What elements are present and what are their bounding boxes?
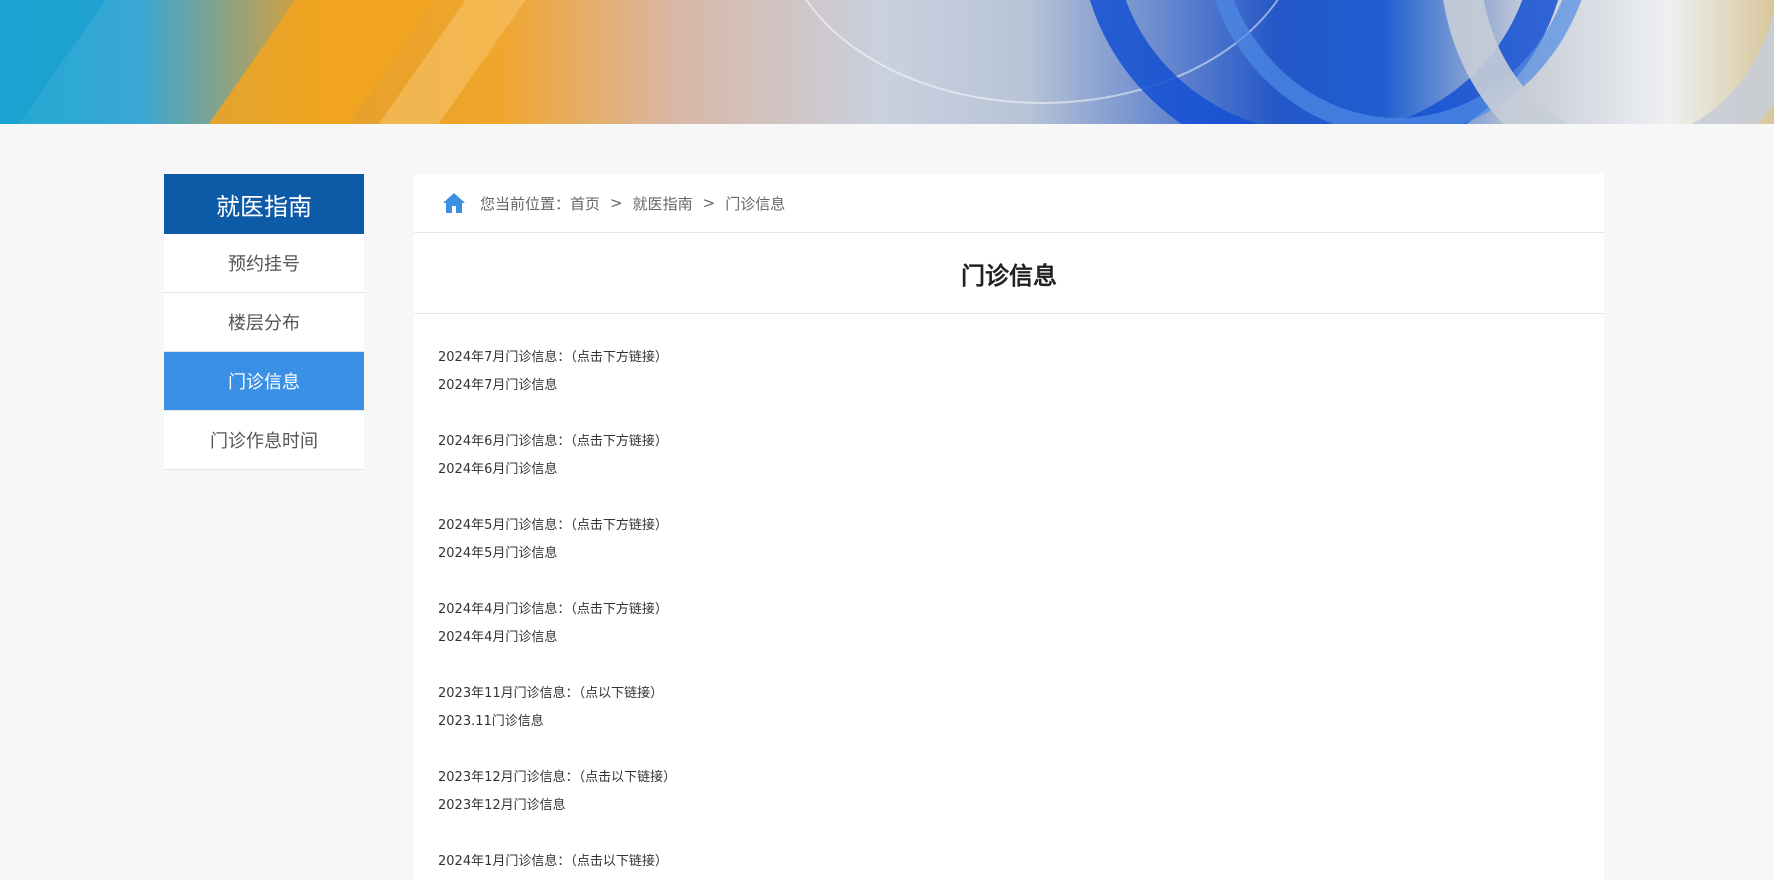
entry-heading: 2024年4月门诊信息：（点击下方链接） <box>438 602 668 617</box>
sidebar-title: 就医指南 <box>164 174 364 234</box>
breadcrumb-guide[interactable]: 就医指南 <box>633 193 693 214</box>
home-icon[interactable] <box>442 191 466 215</box>
list-item: 2024年6月门诊信息：（点击下方链接） 2024年6月门诊信息 <box>438 428 1604 484</box>
entry-heading: 2023年11月门诊信息：（点以下链接） <box>438 686 664 701</box>
entry-heading: 2024年1月门诊信息：（点击以下链接） <box>438 854 668 869</box>
list-item: 2023年11月门诊信息：（点以下链接） 2023.11门诊信息 <box>438 680 1604 736</box>
sidebar: 就医指南 预约挂号 楼层分布 门诊信息 门诊作息时间 <box>164 174 364 470</box>
breadcrumb-home[interactable]: 首页 <box>570 193 600 214</box>
entry-list: 2024年7月门诊信息：（点击下方链接） 2024年7月门诊信息 2024年6月… <box>414 314 1604 876</box>
entry-link[interactable]: 2024年4月门诊信息 <box>438 624 1604 652</box>
entry-heading: 2024年5月门诊信息：（点击下方链接） <box>438 518 668 533</box>
main-content: 您当前位置： 首页 > 就医指南 > 门诊信息 门诊信息 2024年7月门诊信息… <box>414 174 1604 880</box>
list-item: 2023年12月门诊信息：（点击以下链接） 2023年12月门诊信息 <box>438 764 1604 820</box>
header-banner <box>0 0 1774 124</box>
entry-link[interactable]: 2024年6月门诊信息 <box>438 456 1604 484</box>
entry-link[interactable]: 2024年5月门诊信息 <box>438 540 1604 568</box>
breadcrumb-prefix: 您当前位置： <box>480 194 571 213</box>
entry-heading: 2023年12月门诊信息：（点击以下链接） <box>438 770 677 785</box>
entry-link[interactable]: 2023年12月门诊信息 <box>438 792 1604 820</box>
entry-heading: 2024年7月门诊信息：（点击下方链接） <box>438 350 668 365</box>
sidebar-item-appointment[interactable]: 预约挂号 <box>164 234 364 293</box>
list-item: 2024年7月门诊信息：（点击下方链接） 2024年7月门诊信息 <box>438 344 1604 400</box>
breadcrumb: 您当前位置： 首页 > 就医指南 > 门诊信息 <box>414 174 1604 233</box>
list-item: 2024年4月门诊信息：（点击下方链接） 2024年4月门诊信息 <box>438 596 1604 652</box>
sidebar-item-outpatient-hours[interactable]: 门诊作息时间 <box>164 411 364 470</box>
entry-heading: 2024年6月门诊信息：（点击下方链接） <box>438 434 668 449</box>
breadcrumb-current: 门诊信息 <box>725 194 786 213</box>
sidebar-item-floor-layout[interactable]: 楼层分布 <box>164 293 364 352</box>
list-item: 2024年5月门诊信息：（点击下方链接） 2024年5月门诊信息 <box>438 512 1604 568</box>
breadcrumb-separator: > <box>610 194 623 212</box>
entry-link[interactable]: 2024年7月门诊信息 <box>438 372 1604 400</box>
page-title: 门诊信息 <box>414 233 1604 314</box>
entry-link[interactable]: 2023.11门诊信息 <box>438 708 1604 736</box>
list-item: 2024年1月门诊信息：（点击以下链接） <box>438 848 1604 876</box>
breadcrumb-separator: > <box>702 194 716 212</box>
sidebar-item-outpatient-info[interactable]: 门诊信息 <box>164 352 364 411</box>
